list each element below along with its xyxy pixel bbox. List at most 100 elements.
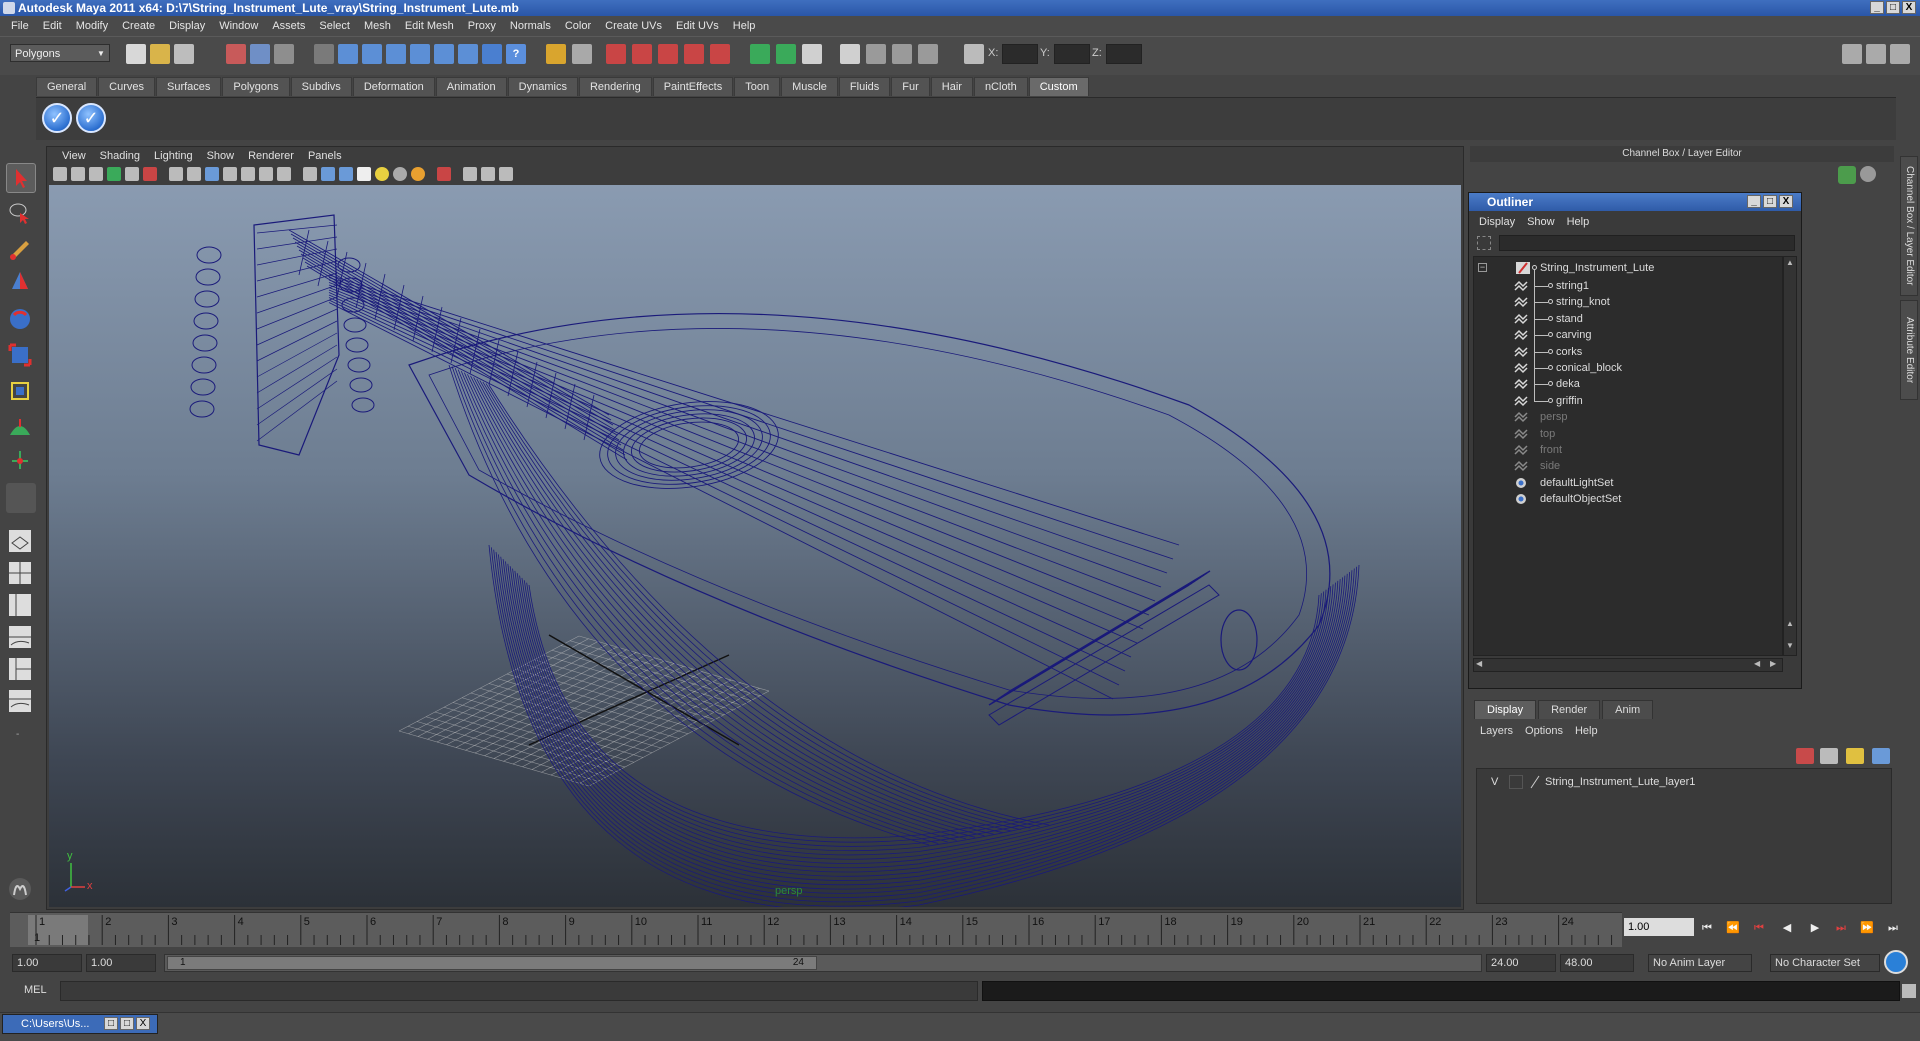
outliner-horizontal-scrollbar[interactable]: ◀ ◀ ▶: [1473, 658, 1783, 672]
viewport-menu-panels[interactable]: Panels: [301, 150, 349, 162]
mel-label[interactable]: MEL: [24, 984, 47, 996]
shelf-tab-curves[interactable]: Curves: [98, 77, 155, 96]
shelf-tab-polygons[interactable]: Polygons: [222, 77, 290, 96]
bookmarks-icon[interactable]: [89, 167, 103, 181]
lasso-tool-icon[interactable]: [6, 199, 36, 229]
outliner-child-row[interactable]: string1: [1474, 277, 1774, 295]
layout-persp-graph-icon[interactable]: [6, 623, 36, 653]
new-scene-icon[interactable]: [126, 44, 146, 64]
outliner-camera-row[interactable]: top: [1474, 425, 1774, 443]
mask-dropdown-icon[interactable]: [314, 44, 334, 64]
mel-command-input[interactable]: [60, 981, 978, 1001]
collapse-toggle-icon[interactable]: −: [1478, 263, 1487, 272]
playback-start-field[interactable]: 1.00: [86, 954, 156, 972]
anim-layer-dropdown[interactable]: No Anim Layer: [1648, 954, 1752, 972]
outliner-set-row[interactable]: defaultObjectSet: [1474, 490, 1774, 508]
outliner-close-button[interactable]: X: [1779, 195, 1793, 208]
menu-help[interactable]: Help: [726, 20, 763, 32]
channel-box-icon[interactable]: [892, 44, 912, 64]
snap-point-icon[interactable]: [386, 44, 406, 64]
snap-plane-icon[interactable]: [410, 44, 430, 64]
end-time-field[interactable]: 48.00: [1560, 954, 1634, 972]
close-button[interactable]: X: [1902, 1, 1916, 14]
outliner-vertical-scrollbar[interactable]: ▲ ▲ ▼: [1783, 256, 1797, 656]
smooth-shade-icon[interactable]: [321, 167, 335, 181]
shelf-tab-hair[interactable]: Hair: [930, 77, 973, 96]
layer-visibility-toggle[interactable]: V: [1491, 773, 1498, 791]
time-ruler[interactable]: 11 2 3 4 5 6 7 8 9 10 11 12 13 14 15 16 17 18 19 20 21 22 23 24: [10, 912, 1622, 947]
render-settings-icon[interactable]: [658, 44, 678, 64]
play-forwards-icon[interactable]: ▶: [1806, 920, 1824, 936]
scroll-up-icon-2[interactable]: ▲: [1785, 619, 1795, 629]
rotate-tool-icon[interactable]: [6, 305, 36, 335]
start-time-field[interactable]: 1.00: [12, 954, 82, 972]
outliner-menu-display[interactable]: Display: [1473, 216, 1521, 228]
shelf-tab-ncloth[interactable]: nCloth: [973, 77, 1028, 96]
camera-attributes-icon[interactable]: [71, 167, 85, 181]
range-slider[interactable]: 1 24: [164, 954, 1482, 972]
outliner-set-row[interactable]: defaultLightSet: [1474, 474, 1774, 492]
time-slider[interactable]: 1 1 2 3 4 5 6 7 8 9 10 11 12 13 14 15 16 17 18 19 20 21 22 23 24: [10, 912, 1622, 947]
snap-grid-icon[interactable]: [338, 44, 358, 64]
menu-edit-uvs[interactable]: Edit UVs: [669, 20, 726, 32]
more-layouts-icon[interactable]: -: [6, 725, 36, 741]
viewport-menu-view[interactable]: View: [55, 150, 93, 162]
scroll-down-icon[interactable]: ▼: [1785, 641, 1795, 651]
shelf-tab-deformation[interactable]: Deformation: [352, 77, 435, 96]
render-view-icon[interactable]: [710, 44, 730, 64]
outliner-menu-show[interactable]: Show: [1521, 216, 1561, 228]
layout-single-pane-icon[interactable]: [6, 527, 36, 557]
layer-menu-options[interactable]: Options: [1519, 725, 1569, 737]
xray-joints-icon[interactable]: [481, 167, 495, 181]
shelf-checkmark-icon[interactable]: ✓: [42, 103, 72, 133]
filter-icon[interactable]: [1477, 236, 1491, 250]
current-time-field[interactable]: 1.00: [1624, 918, 1694, 936]
help-question-icon[interactable]: ?: [506, 44, 526, 64]
render-current-frame-icon[interactable]: [606, 44, 626, 64]
scroll-up-icon[interactable]: ▲: [1785, 258, 1795, 268]
task-restore-button[interactable]: □: [104, 1017, 118, 1030]
selection-highlight-icon[interactable]: [572, 44, 592, 64]
layout-hypershade-icon[interactable]: [6, 655, 36, 685]
last-tool-icon[interactable]: [6, 483, 36, 513]
step-forward-key-icon[interactable]: ⏭: [1832, 920, 1850, 936]
viewport-menu-shading[interactable]: Shading: [93, 150, 147, 162]
tool-settings-icon[interactable]: [866, 44, 886, 64]
viewport-menu-lighting[interactable]: Lighting: [147, 150, 200, 162]
outliner-camera-row[interactable]: front: [1474, 441, 1774, 459]
step-back-frame-icon[interactable]: ⏪: [1724, 920, 1742, 936]
side-tab-attribute-editor[interactable]: Attribute Editor: [1900, 300, 1918, 400]
grid-toggle-icon[interactable]: [169, 167, 183, 181]
maximize-button[interactable]: □: [1886, 1, 1900, 14]
paint-select-tool-icon[interactable]: [6, 235, 36, 265]
xray-components-icon[interactable]: [499, 167, 513, 181]
select-hierarchy-icon[interactable]: [226, 44, 246, 64]
outliner-child-row[interactable]: deka: [1474, 375, 1774, 393]
outliner-search-input[interactable]: [1499, 235, 1795, 251]
move-tool-icon[interactable]: [6, 269, 36, 299]
script-editor-icon[interactable]: [1902, 984, 1916, 998]
task-close-button[interactable]: X: [136, 1017, 150, 1030]
layer-tab-display[interactable]: Display: [1474, 700, 1537, 719]
layer-star-icon[interactable]: [1846, 748, 1864, 764]
resolution-gate-icon[interactable]: [205, 167, 219, 181]
menu-color[interactable]: Color: [558, 20, 598, 32]
scale-tool-icon[interactable]: [6, 341, 36, 371]
safe-title-icon[interactable]: [277, 167, 291, 181]
step-back-key-icon[interactable]: ⏮: [1750, 920, 1768, 936]
menu-mesh[interactable]: Mesh: [357, 20, 398, 32]
shelf-tab-rendering[interactable]: Rendering: [578, 77, 652, 96]
outliner-child-row[interactable]: conical_block: [1474, 359, 1774, 377]
shelf-tab-fur[interactable]: Fur: [891, 77, 930, 96]
hypershade-icon[interactable]: [684, 44, 704, 64]
snap-uv-icon[interactable]: [458, 44, 478, 64]
layer-menu-layers[interactable]: Layers: [1474, 725, 1519, 737]
auto-key-icon[interactable]: [1884, 950, 1908, 974]
layer-menu-help[interactable]: Help: [1569, 725, 1604, 737]
xray-icon[interactable]: [463, 167, 477, 181]
layer-star-icon-2[interactable]: [1872, 748, 1890, 764]
channel-icon[interactable]: [1838, 166, 1856, 184]
show-manipulator-icon[interactable]: [6, 447, 36, 477]
shelf-tab-painteffects[interactable]: PaintEffects: [652, 77, 734, 96]
show-hide-attribute-icon[interactable]: [840, 44, 860, 64]
